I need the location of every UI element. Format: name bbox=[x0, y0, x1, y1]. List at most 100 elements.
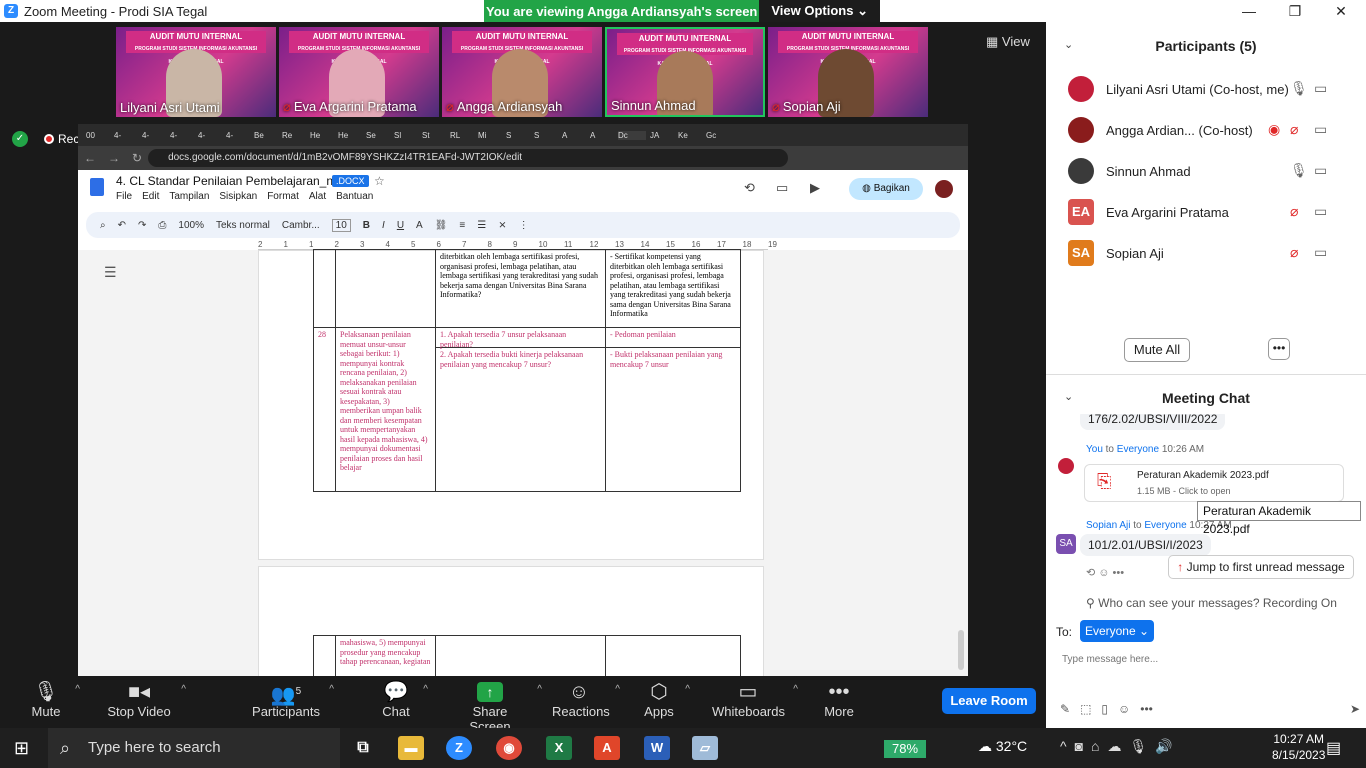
screenshot-icon[interactable]: ⬚ bbox=[1080, 702, 1091, 716]
clock[interactable]: 10:27 AM 8/15/2023 bbox=[1272, 731, 1325, 763]
volume-icon[interactable]: 🔊 bbox=[1155, 738, 1172, 755]
video-tile-active[interactable]: AUDIT MUTU INTERNALPROGRAM STUDI SISTEM … bbox=[605, 27, 765, 117]
video-tile[interactable]: AUDIT MUTU INTERNALPROGRAM STUDI SISTEM … bbox=[116, 27, 276, 117]
video-icon[interactable]: ▭ bbox=[1314, 80, 1327, 97]
bold-icon[interactable]: B bbox=[363, 220, 370, 231]
participant-row[interactable]: EA Eva Argarini Pratama ⌀ ▭ bbox=[1068, 197, 1358, 227]
video-icon[interactable]: ▭ bbox=[1314, 244, 1327, 261]
chevron-up-icon[interactable]: ^ bbox=[181, 684, 186, 695]
browser-tab[interactable]: Mi bbox=[478, 131, 502, 140]
browser-tab[interactable]: S bbox=[534, 131, 558, 140]
video-tile[interactable]: AUDIT MUTU INTERNALPROGRAM STUDI SISTEM … bbox=[279, 27, 439, 117]
font-select[interactable]: Cambr... bbox=[282, 220, 320, 231]
table-cell[interactable]: - Sertifikat kompetensi yang diterbitkan… bbox=[605, 249, 741, 328]
whiteboards-button[interactable]: ▭ Whiteboards ^ bbox=[712, 680, 798, 719]
chat-message[interactable]: 101/2.01/UBSI/I/2023 bbox=[1080, 534, 1211, 556]
app-icon[interactable]: ▱ bbox=[692, 736, 718, 760]
list-icon[interactable]: ☰ bbox=[477, 220, 486, 231]
table-cell[interactable]: diterbitkan oleh lembaga sertifikasi pro… bbox=[435, 249, 606, 328]
muted-mic-icon[interactable]: ⌀ bbox=[1290, 203, 1298, 220]
microphone-icon[interactable]: 🎙 bbox=[1130, 738, 1148, 755]
meet-icon[interactable]: ▶ bbox=[810, 180, 820, 196]
video-tile[interactable]: AUDIT MUTU INTERNALPROGRAM STUDI SISTEM … bbox=[442, 27, 602, 117]
browser-tab[interactable]: S bbox=[506, 131, 530, 140]
close-button[interactable]: ✕ bbox=[1318, 0, 1364, 22]
browser-tab[interactable]: 4- bbox=[170, 131, 194, 140]
browser-tab[interactable]: Be bbox=[254, 131, 278, 140]
star-icon[interactable]: ☆ bbox=[374, 174, 385, 188]
apps-button[interactable]: ⬡ Apps ^ bbox=[642, 680, 690, 719]
file-icon[interactable]: ▯ bbox=[1101, 702, 1108, 716]
weather-widget[interactable]: ☁ 32°C bbox=[978, 738, 1027, 755]
menu-file[interactable]: File bbox=[116, 191, 132, 202]
participant-row[interactable]: Lilyani Asri Utami (Co-host, me) 🎙 ▭ bbox=[1068, 74, 1358, 104]
browser-tab[interactable]: 4- bbox=[198, 131, 222, 140]
notification-icon[interactable]: ▤ bbox=[1326, 738, 1341, 758]
view-button[interactable]: ▦ View bbox=[986, 34, 1030, 50]
muted-mic-icon[interactable]: ⌀ bbox=[1290, 244, 1298, 261]
browser-tab[interactable]: Sl bbox=[394, 131, 418, 140]
participant-row[interactable]: SA Sopian Aji ⌀ ▭ bbox=[1068, 238, 1358, 268]
search-icon[interactable]: ⌕ bbox=[100, 220, 106, 231]
share-button[interactable]: ◍ Bagikan bbox=[849, 178, 923, 200]
camera-icon[interactable]: ◙ bbox=[1075, 738, 1083, 755]
task-view-icon[interactable]: ⧉ bbox=[350, 736, 376, 760]
chevron-up-icon[interactable]: ^ bbox=[1060, 738, 1067, 755]
minimize-button[interactable]: — bbox=[1226, 0, 1272, 22]
chat-button[interactable]: 💬 Chat ^ bbox=[378, 680, 428, 719]
view-options-button[interactable]: View Options ⌄ bbox=[759, 0, 880, 22]
menu-edit[interactable]: Edit bbox=[142, 191, 159, 202]
file-attachment[interactable]: ⎘ Peraturan Akademik 2023.pdf 1.15 MB - … bbox=[1084, 464, 1344, 502]
chevron-up-icon[interactable]: ^ bbox=[685, 684, 690, 695]
chevron-up-icon[interactable]: ^ bbox=[537, 684, 542, 695]
underline-icon[interactable]: U bbox=[397, 220, 404, 231]
undo-icon[interactable]: ↶ bbox=[118, 220, 126, 231]
outline-icon[interactable]: ☰ bbox=[104, 264, 117, 281]
browser-tab[interactable]: 4- bbox=[114, 131, 138, 140]
acrobat-icon[interactable]: A bbox=[594, 736, 620, 760]
chrome-icon[interactable]: ◉ bbox=[496, 736, 522, 760]
document-title[interactable]: 4. CL Standar Penilaian Pembelajaran_new bbox=[116, 174, 348, 188]
chevron-up-icon[interactable]: ^ bbox=[75, 684, 80, 695]
video-icon[interactable]: ▭ bbox=[1314, 203, 1327, 220]
participant-row[interactable]: Angga Ardian... (Co-host) ◉ ⌀ ▭ bbox=[1068, 115, 1358, 145]
evidence-cell[interactable]: - Pedoman penilaian - Bukti pelaksanaan … bbox=[605, 327, 741, 492]
back-icon[interactable]: ← bbox=[84, 151, 96, 165]
word-icon[interactable]: W bbox=[644, 736, 670, 760]
forward-icon[interactable]: → bbox=[108, 151, 120, 165]
video-tile[interactable]: AUDIT MUTU INTERNALPROGRAM STUDI SISTEM … bbox=[768, 27, 928, 117]
participants-more-button[interactable]: ••• bbox=[1268, 338, 1290, 360]
participant-row[interactable]: Sinnun Ahmad 🎙 ▭ bbox=[1068, 156, 1358, 186]
browser-tab[interactable]: RL bbox=[450, 131, 474, 140]
print-icon[interactable]: ⎙ bbox=[158, 220, 166, 231]
browser-tab[interactable]: He bbox=[338, 131, 362, 140]
comment-icon[interactable]: ▭ bbox=[776, 180, 788, 196]
chevron-up-icon[interactable]: ^ bbox=[423, 684, 428, 695]
browser-tab[interactable]: 00 bbox=[86, 131, 110, 140]
microphone-icon[interactable]: 🎙 bbox=[1290, 80, 1308, 97]
browser-tab[interactable]: A bbox=[562, 131, 586, 140]
shield-icon[interactable]: ✓ bbox=[12, 131, 28, 147]
microphone-icon[interactable]: 🎙 bbox=[1290, 162, 1308, 179]
browser-tab[interactable]: St bbox=[422, 131, 446, 140]
recipient-dropdown[interactable]: Everyone ⌄ bbox=[1080, 620, 1154, 642]
battery-indicator[interactable]: 78% bbox=[884, 740, 926, 758]
history-icon[interactable]: ⟲ bbox=[744, 180, 755, 196]
browser-tab[interactable]: A bbox=[590, 131, 614, 140]
menu-insert[interactable]: Sisipkan bbox=[219, 191, 257, 202]
video-icon[interactable]: ▭ bbox=[1314, 162, 1327, 179]
question-cell[interactable]: 1. Apakah tersedia 7 unsur pelaksanaan p… bbox=[435, 327, 606, 492]
record-icon[interactable]: ◉ bbox=[1268, 121, 1280, 138]
row-description[interactable]: mahasiswa, 5) mempunyai prosedur yang me… bbox=[335, 635, 436, 676]
align-icon[interactable]: ≡ bbox=[459, 220, 465, 231]
mute-button[interactable]: 🎙 Mute ^ bbox=[26, 680, 80, 719]
redo-icon[interactable]: ↷ bbox=[138, 220, 146, 231]
italic-icon[interactable]: I bbox=[382, 220, 385, 231]
menu-view[interactable]: Tampilan bbox=[169, 191, 209, 202]
chat-message[interactable]: 176/2.02/UBSI/VIII/2022 bbox=[1080, 414, 1226, 430]
browser-tab[interactable]: JA bbox=[650, 131, 674, 140]
stop-video-button[interactable]: ■◂ Stop Video ^ bbox=[106, 680, 186, 719]
browser-tab[interactable]: Gc bbox=[706, 131, 730, 140]
font-size-field[interactable]: 10 bbox=[331, 218, 351, 232]
link-icon[interactable]: ⛓ bbox=[435, 220, 448, 231]
